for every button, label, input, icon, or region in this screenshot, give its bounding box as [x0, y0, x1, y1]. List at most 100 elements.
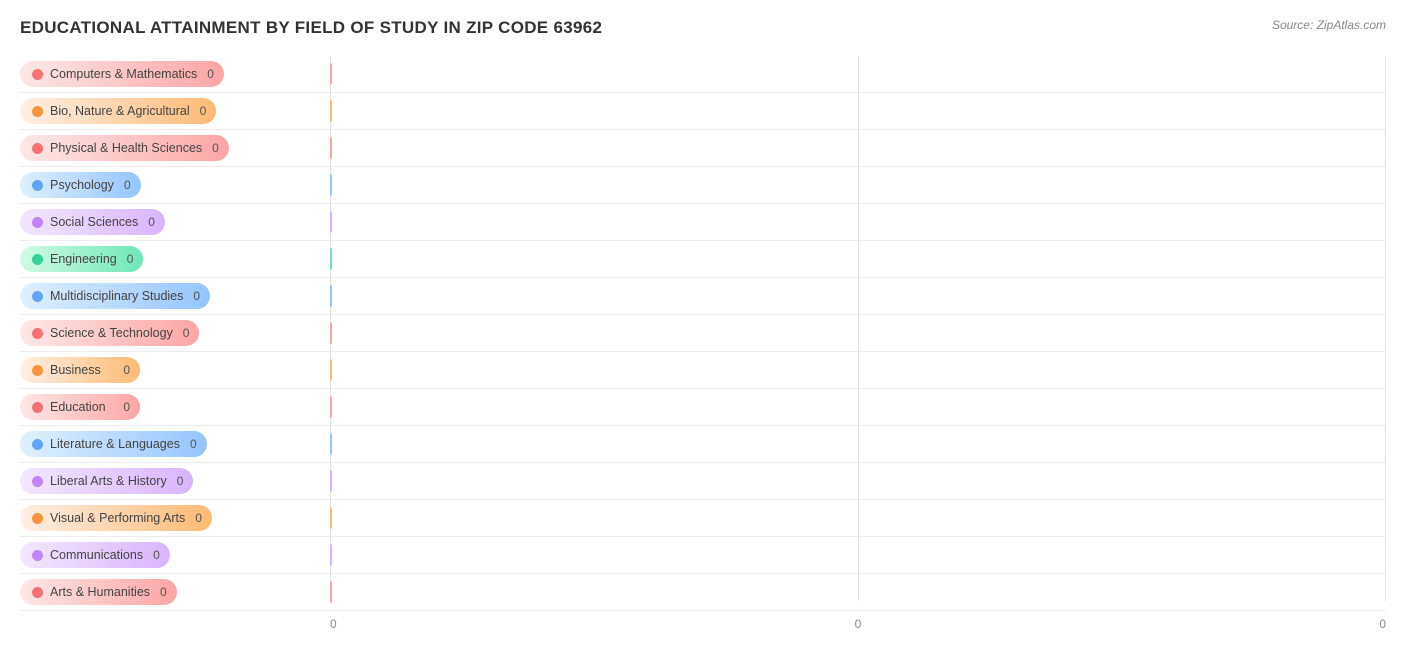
bar-row-visual: Visual & Performing Arts 0 — [20, 500, 1386, 537]
bar-label-area-bio: Bio, Nature & Agricultural 0 — [20, 98, 330, 124]
bar-pill-literature: Literature & Languages 0 — [20, 431, 207, 457]
bar-row-physical: Physical & Health Sciences 0 — [20, 130, 1386, 167]
bar-label-education: Education — [50, 400, 106, 414]
bar-label-arts: Arts & Humanities — [50, 585, 150, 599]
bar-fill-education — [330, 396, 332, 418]
bar-label-science: Science & Technology — [50, 326, 173, 340]
bar-label-physical: Physical & Health Sciences — [50, 141, 202, 155]
bar-value-education: 0 — [113, 400, 130, 414]
bar-fill-arts — [330, 581, 332, 603]
bar-value-visual: 0 — [185, 511, 202, 525]
bar-track-business — [330, 357, 1386, 383]
bar-pill-multidisciplinary: Multidisciplinary Studies 0 — [20, 283, 210, 309]
bar-pill-communications: Communications 0 — [20, 542, 170, 568]
chart-title: EDUCATIONAL ATTAINMENT BY FIELD OF STUDY… — [20, 18, 602, 38]
bar-value-computers: 0 — [197, 67, 214, 81]
bar-label-area-science: Science & Technology 0 — [20, 320, 330, 346]
bar-value-liberal: 0 — [167, 474, 184, 488]
bar-pill-liberal: Liberal Arts & History 0 — [20, 468, 193, 494]
chart-source: Source: ZipAtlas.com — [1272, 18, 1386, 32]
bar-value-bio: 0 — [190, 104, 207, 118]
bar-row-science: Science & Technology 0 — [20, 315, 1386, 352]
bar-pill-science: Science & Technology 0 — [20, 320, 199, 346]
bar-pill-computers: Computers & Mathematics 0 — [20, 61, 224, 87]
bar-track-engineering — [330, 246, 1386, 272]
bar-label-area-psychology: Psychology 0 — [20, 172, 330, 198]
bar-fill-engineering — [330, 248, 332, 270]
bar-label-area-business: Business 0 — [20, 357, 330, 383]
bar-pill-physical: Physical & Health Sciences 0 — [20, 135, 229, 161]
bar-pill-business: Business 0 — [20, 357, 140, 383]
dot-multidisciplinary — [32, 291, 43, 302]
bar-label-area-education: Education 0 — [20, 394, 330, 420]
bar-pill-engineering: Engineering 0 — [20, 246, 143, 272]
bar-row-arts: Arts & Humanities 0 — [20, 574, 1386, 611]
bar-value-social: 0 — [138, 215, 155, 229]
dot-physical — [32, 143, 43, 154]
dot-liberal — [32, 476, 43, 487]
bar-label-area-physical: Physical & Health Sciences 0 — [20, 135, 330, 161]
bar-label-area-literature: Literature & Languages 0 — [20, 431, 330, 457]
bar-label-communications: Communications — [50, 548, 143, 562]
bar-track-arts — [330, 579, 1386, 605]
bar-label-business: Business — [50, 363, 101, 377]
bar-row-computers: Computers & Mathematics 0 — [20, 56, 1386, 93]
bar-fill-science — [330, 322, 332, 344]
dot-business — [32, 365, 43, 376]
bar-label-literature: Literature & Languages — [50, 437, 180, 451]
bar-value-arts: 0 — [150, 585, 167, 599]
chart-body: Computers & Mathematics 0 Bio, Nature & … — [20, 56, 1386, 631]
bar-row-psychology: Psychology 0 — [20, 167, 1386, 204]
bar-label-multidisciplinary: Multidisciplinary Studies — [50, 289, 183, 303]
bar-track-bio — [330, 98, 1386, 124]
bar-label-social: Social Sciences — [50, 215, 138, 229]
bar-label-area-liberal: Liberal Arts & History 0 — [20, 468, 330, 494]
bar-row-social: Social Sciences 0 — [20, 204, 1386, 241]
bar-track-communications — [330, 542, 1386, 568]
bar-pill-arts: Arts & Humanities 0 — [20, 579, 177, 605]
bar-fill-communications — [330, 544, 332, 566]
bar-row-engineering: Engineering 0 — [20, 241, 1386, 278]
bar-pill-visual: Visual & Performing Arts 0 — [20, 505, 212, 531]
bar-fill-computers — [330, 63, 332, 85]
bar-row-bio: Bio, Nature & Agricultural 0 — [20, 93, 1386, 130]
dot-science — [32, 328, 43, 339]
bar-fill-bio — [330, 100, 332, 122]
bar-row-education: Education 0 — [20, 389, 1386, 426]
dot-psychology — [32, 180, 43, 191]
dot-social — [32, 217, 43, 228]
bar-track-education — [330, 394, 1386, 420]
bar-value-science: 0 — [173, 326, 190, 340]
dot-education — [32, 402, 43, 413]
bar-label-area-visual: Visual & Performing Arts 0 — [20, 505, 330, 531]
bar-track-computers — [330, 61, 1386, 87]
bar-label-area-computers: Computers & Mathematics 0 — [20, 61, 330, 87]
bar-row-multidisciplinary: Multidisciplinary Studies 0 — [20, 278, 1386, 315]
bar-pill-bio: Bio, Nature & Agricultural 0 — [20, 98, 216, 124]
bar-pill-social: Social Sciences 0 — [20, 209, 165, 235]
bar-value-physical: 0 — [202, 141, 219, 155]
bar-label-liberal: Liberal Arts & History — [50, 474, 167, 488]
chart-container: EDUCATIONAL ATTAINMENT BY FIELD OF STUDY… — [0, 0, 1406, 671]
dot-computers — [32, 69, 43, 80]
bar-label-area-multidisciplinary: Multidisciplinary Studies 0 — [20, 283, 330, 309]
dot-communications — [32, 550, 43, 561]
bar-fill-business — [330, 359, 332, 381]
bar-value-engineering: 0 — [117, 252, 134, 266]
x-axis-label-1: 0 — [682, 617, 1034, 631]
bar-track-visual — [330, 505, 1386, 531]
bar-label-area-communications: Communications 0 — [20, 542, 330, 568]
bar-fill-social — [330, 211, 332, 233]
bar-value-psychology: 0 — [114, 178, 131, 192]
x-axis: 0 0 0 — [20, 617, 1386, 631]
bar-fill-visual — [330, 507, 332, 529]
bar-track-social — [330, 209, 1386, 235]
bar-track-psychology — [330, 172, 1386, 198]
dot-visual — [32, 513, 43, 524]
bar-label-area-arts: Arts & Humanities 0 — [20, 579, 330, 605]
bar-fill-physical — [330, 137, 332, 159]
dot-bio — [32, 106, 43, 117]
bar-track-literature — [330, 431, 1386, 457]
bar-label-psychology: Psychology — [50, 178, 114, 192]
bar-pill-psychology: Psychology 0 — [20, 172, 141, 198]
